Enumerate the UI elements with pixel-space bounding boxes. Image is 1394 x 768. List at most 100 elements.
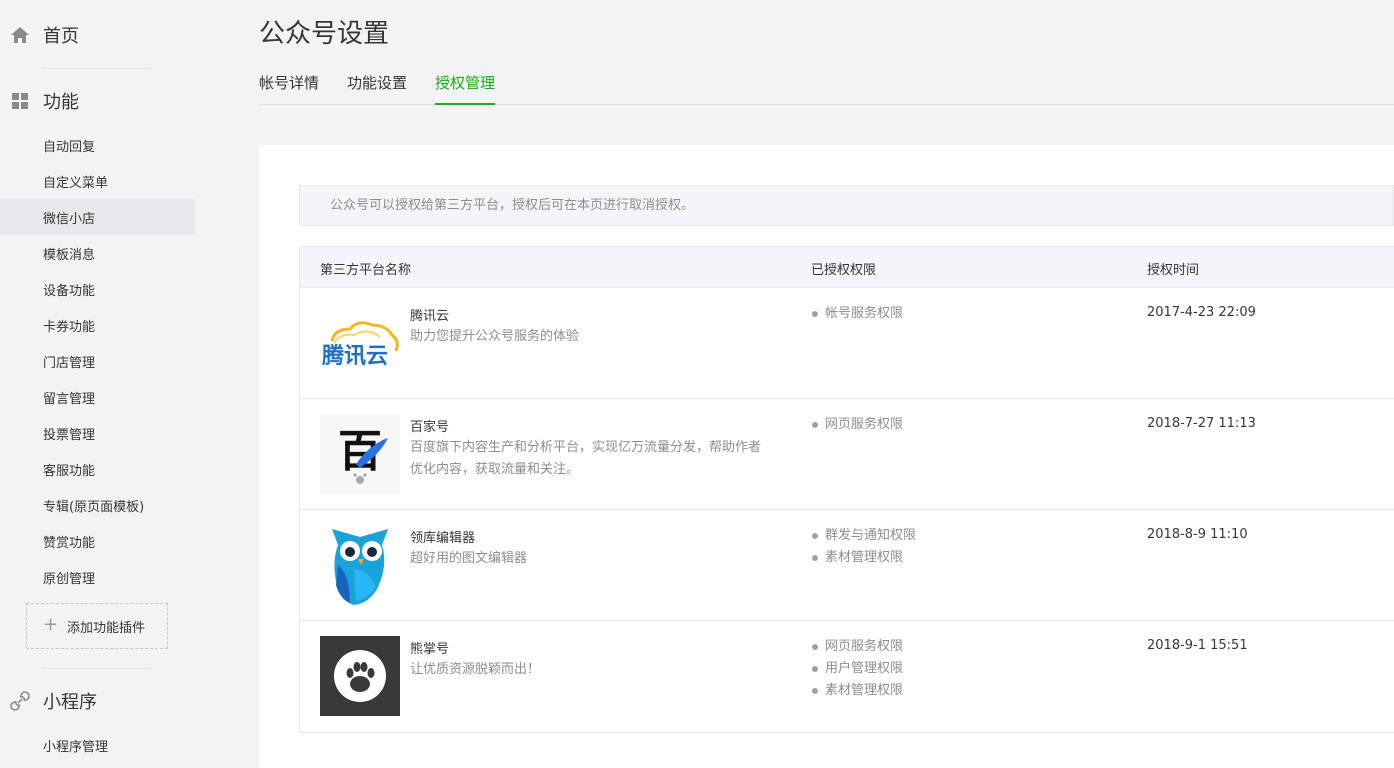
bullet-icon — [812, 666, 818, 672]
permission-label: 用户管理权限 — [825, 661, 904, 676]
permission-item: 群发与通知权限 — [811, 525, 916, 547]
divider — [43, 68, 151, 69]
table-row: 熊掌号 让优质资源脱颖而出！ 网页服务权限 用户管理权限 素材管理权限 2018… — [300, 621, 1394, 732]
tab-authorization[interactable]: 授权管理 — [435, 70, 496, 105]
home-icon — [10, 25, 30, 45]
table-row: 百 百家号 百度旗下内容生产和分析平台，实现亿万流量分发，帮助作者优化内容，获取… — [300, 399, 1394, 510]
table-header: 第三方平台名称 已授权权限 授权时间 — [300, 247, 1394, 288]
permission-item: 帐号服务权限 — [811, 303, 903, 325]
sidebar-item-label: 投票管理 — [43, 427, 96, 443]
permission-list: 网页服务权限 — [811, 414, 903, 436]
sidebar-item-label: 门店管理 — [43, 355, 96, 371]
permission-list: 网页服务权限 用户管理权限 素材管理权限 — [811, 636, 903, 702]
sidebar-item-label: 微信小店 — [43, 211, 96, 227]
permission-label: 帐号服务权限 — [825, 306, 904, 321]
permission-item: 网页服务权限 — [811, 636, 903, 658]
platform-desc: 超好用的图文编辑器 — [410, 551, 528, 566]
auth-table: 第三方平台名称 已授权权限 授权时间 腾讯云 腾讯云 助力您提升公众号服务的体验… — [299, 246, 1394, 733]
table-row: 腾讯云 腾讯云 助力您提升公众号服务的体验 帐号服务权限 2017-4-23 2… — [300, 288, 1394, 399]
platform-desc: 让优质资源脱颖而出！ — [410, 662, 541, 677]
plus-icon: + — [43, 614, 59, 635]
bullet-icon — [812, 688, 818, 694]
auth-time: 2017-4-23 22:09 — [1147, 305, 1256, 320]
bullet-icon — [812, 533, 818, 539]
tab-feature-settings[interactable]: 功能设置 — [347, 70, 407, 105]
sidebar-item-label: 自定义菜单 — [43, 175, 109, 191]
bullet-icon — [812, 644, 818, 650]
col-platform-name: 第三方平台名称 — [320, 263, 412, 278]
sidebar: 首页 功能 自动回复 自定义菜单 微信小店 模板消息 设备功能 卡券功能 门店管… — [0, 0, 195, 768]
sidebar-item-label: 原创管理 — [43, 571, 96, 587]
sidebar-item-label: 客服功能 — [43, 463, 96, 479]
sidebar-item-customer-service[interactable]: 客服功能 — [0, 451, 195, 487]
tencent-cloud-logo: 腾讯云 — [320, 303, 400, 383]
page-title: 公众号设置 — [259, 19, 390, 49]
add-plugin-button[interactable]: + 添加功能插件 — [26, 603, 168, 649]
sidebar-item-miniprogram-manage[interactable]: 小程序管理 — [0, 727, 195, 763]
nav-features: 功能 — [0, 81, 195, 121]
sidebar-item-label: 模板消息 — [43, 247, 96, 263]
permission-item: 网页服务权限 — [811, 414, 903, 436]
permission-item: 素材管理权限 — [811, 547, 916, 569]
nav-features-label: 功能 — [43, 92, 79, 113]
platform-name: 熊掌号 — [410, 642, 450, 657]
bullet-icon — [812, 422, 818, 428]
sidebar-item-custom-menu[interactable]: 自定义菜单 — [0, 163, 195, 199]
platform-name: 腾讯云 — [410, 309, 450, 324]
platform-name: 百家号 — [410, 420, 450, 435]
nav-home[interactable]: 首页 — [0, 15, 195, 55]
sidebar-item-rewards[interactable]: 赞赏功能 — [0, 523, 195, 559]
platform-desc: 助力您提升公众号服务的体验 — [410, 329, 580, 344]
permission-label: 素材管理权限 — [825, 550, 904, 565]
sidebar-item-device[interactable]: 设备功能 — [0, 271, 195, 307]
sidebar-item-label: 小程序管理 — [43, 739, 109, 755]
permission-item: 素材管理权限 — [811, 680, 903, 702]
baijiahao-logo: 百 — [320, 414, 400, 494]
permission-list: 群发与通知权限 素材管理权限 — [811, 525, 916, 569]
col-permissions: 已授权权限 — [811, 263, 877, 278]
permission-label: 群发与通知权限 — [825, 528, 917, 543]
sidebar-item-comments[interactable]: 留言管理 — [0, 379, 195, 415]
link-icon — [10, 691, 30, 711]
auth-panel: 公众号可以授权给第三方平台，授权后可在本页进行取消授权。 第三方平台名称 已授权… — [259, 145, 1394, 768]
sidebar-item-stores[interactable]: 门店管理 — [0, 343, 195, 379]
bullet-icon — [812, 311, 818, 317]
paw-logo — [320, 636, 400, 716]
sidebar-item-label: 设备功能 — [43, 283, 96, 299]
platform-name: 领库编辑器 — [410, 531, 476, 546]
sidebar-item-label: 自动回复 — [43, 139, 96, 155]
owl-logo — [320, 525, 400, 605]
tab-account-details[interactable]: 帐号详情 — [259, 70, 319, 105]
auth-time: 2018-7-27 11:13 — [1147, 416, 1256, 431]
sidebar-item-template-message[interactable]: 模板消息 — [0, 235, 195, 271]
sidebar-item-auto-reply[interactable]: 自动回复 — [0, 127, 195, 163]
tab-bar: 帐号详情 功能设置 授权管理 — [259, 70, 1394, 105]
permission-item: 用户管理权限 — [811, 658, 903, 680]
sidebar-item-label: 留言管理 — [43, 391, 96, 407]
bullet-icon — [812, 555, 818, 561]
auth-time: 2018-9-1 15:51 — [1147, 638, 1248, 653]
svg-text:腾讯云: 腾讯云 — [322, 344, 388, 369]
sidebar-item-albums[interactable]: 专辑(原页面模板) — [0, 487, 195, 523]
sidebar-item-votes[interactable]: 投票管理 — [0, 415, 195, 451]
permission-label: 网页服务权限 — [825, 417, 904, 432]
sidebar-item-original[interactable]: 原创管理 — [0, 559, 195, 595]
divider — [43, 668, 151, 669]
sidebar-item-label: 卡券功能 — [43, 319, 96, 335]
nav-miniprogram-label: 小程序 — [43, 692, 97, 713]
table-row: 领库编辑器 超好用的图文编辑器 群发与通知权限 素材管理权限 2018-8-9 … — [300, 510, 1394, 621]
nav-home-label: 首页 — [43, 26, 79, 47]
add-plugin-label: 添加功能插件 — [67, 620, 146, 636]
sidebar-item-label: 专辑(原页面模板) — [43, 499, 145, 515]
notice-banner: 公众号可以授权给第三方平台，授权后可在本页进行取消授权。 — [299, 185, 1394, 226]
sidebar-item-wechat-store[interactable]: 微信小店 — [0, 199, 195, 235]
platform-desc: 百度旗下内容生产和分析平台，实现亿万流量分发，帮助作者优化内容，获取流量和关注。 — [410, 440, 762, 477]
nav-miniprogram: 小程序 — [0, 681, 195, 721]
auth-time: 2018-8-9 11:10 — [1147, 527, 1248, 542]
permission-label: 素材管理权限 — [825, 683, 904, 698]
permission-list: 帐号服务权限 — [811, 303, 903, 325]
sidebar-item-label: 赞赏功能 — [43, 535, 96, 551]
permission-label: 网页服务权限 — [825, 639, 904, 654]
sidebar-item-coupons[interactable]: 卡券功能 — [0, 307, 195, 343]
col-auth-time: 授权时间 — [1147, 263, 1200, 278]
